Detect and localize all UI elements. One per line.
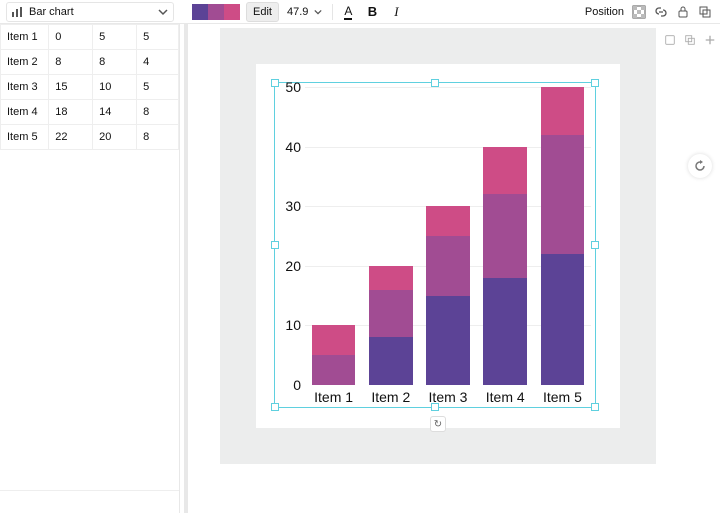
table-cell[interactable]: Item 5 xyxy=(1,125,49,150)
table-row[interactable]: Item 2884 xyxy=(1,50,179,75)
table-cell[interactable]: 10 xyxy=(93,75,137,100)
table-cell[interactable]: 8 xyxy=(137,100,179,125)
swatch-series2[interactable] xyxy=(208,4,224,20)
transparency-button[interactable] xyxy=(630,3,648,21)
table-cell[interactable]: Item 1 xyxy=(1,25,49,50)
table-cell[interactable]: 15 xyxy=(49,75,93,100)
y-axis-tick: 50 xyxy=(277,79,301,95)
series-color-swatches[interactable] xyxy=(192,4,240,20)
bar-segment xyxy=(312,325,355,355)
table-cell[interactable]: 8 xyxy=(137,125,179,150)
bar-slot: Item 5 xyxy=(534,87,591,385)
table-cell[interactable]: 8 xyxy=(93,50,137,75)
x-axis-tick: Item 3 xyxy=(419,389,476,405)
y-axis-tick: 10 xyxy=(277,317,301,333)
table-cell[interactable]: Item 3 xyxy=(1,75,49,100)
chart-type-dropdown[interactable]: Bar chart xyxy=(6,2,174,22)
position-label: Position xyxy=(585,6,624,18)
table-cell[interactable]: 8 xyxy=(49,50,93,75)
sync-data-icon[interactable]: ↻ xyxy=(430,416,446,432)
chevron-down-icon xyxy=(157,6,169,18)
table-cell[interactable]: 5 xyxy=(137,75,179,100)
x-axis-tick: Item 2 xyxy=(362,389,419,405)
x-axis-tick: Item 5 xyxy=(534,389,591,405)
link-button[interactable] xyxy=(652,3,670,21)
stacked-bar[interactable] xyxy=(426,206,469,385)
toolbar: Bar chart Edit 47.9 A B I xyxy=(0,0,720,24)
bar-slot: Item 1 xyxy=(305,87,362,385)
data-panel: Item 1055Item 2884Item 315105Item 418148… xyxy=(0,24,180,513)
bar-segment xyxy=(483,147,526,195)
notes-icon[interactable] xyxy=(664,34,676,46)
bar-chart-icon xyxy=(11,6,23,18)
data-table[interactable]: Item 1055Item 2884Item 315105Item 418148… xyxy=(0,24,179,150)
bar-segment xyxy=(369,290,412,338)
chart-selection[interactable]: 01020304050Item 1Item 2Item 3Item 4Item … xyxy=(274,82,596,408)
bar-segment xyxy=(541,87,584,135)
font-color-button[interactable]: A xyxy=(339,3,357,21)
bar-segment xyxy=(483,278,526,385)
x-axis-tick: Item 4 xyxy=(477,389,534,405)
bar-chart: 01020304050Item 1Item 2Item 3Item 4Item … xyxy=(275,83,595,407)
y-axis-tick: 0 xyxy=(277,377,301,393)
table-row[interactable]: Item 315105 xyxy=(1,75,179,100)
bold-button[interactable]: B xyxy=(363,3,381,21)
bar-segment xyxy=(426,206,469,236)
bar-segment xyxy=(426,236,469,296)
x-axis-tick: Item 1 xyxy=(305,389,362,405)
table-cell[interactable]: 20 xyxy=(93,125,137,150)
table-cell[interactable]: 0 xyxy=(49,25,93,50)
size-field[interactable]: 47.9 xyxy=(285,6,326,18)
reload-icon[interactable] xyxy=(688,154,712,178)
bar-slot: Item 2 xyxy=(362,87,419,385)
add-page-icon[interactable] xyxy=(704,34,716,46)
bar-segment xyxy=(541,135,584,254)
y-axis-tick: 30 xyxy=(277,198,301,214)
table-cell[interactable]: 22 xyxy=(49,125,93,150)
y-axis-tick: 40 xyxy=(277,139,301,155)
table-cell[interactable]: 4 xyxy=(137,50,179,75)
bar-segment xyxy=(369,337,412,385)
stacked-bar[interactable] xyxy=(541,87,584,385)
table-cell[interactable]: 5 xyxy=(137,25,179,50)
duplicate-icon[interactable] xyxy=(696,3,714,21)
bar-segment xyxy=(369,266,412,290)
panel-footer xyxy=(0,490,179,513)
stacked-bar[interactable] xyxy=(483,147,526,385)
table-cell[interactable]: 18 xyxy=(49,100,93,125)
table-row[interactable]: Item 418148 xyxy=(1,100,179,125)
table-cell[interactable]: 5 xyxy=(93,25,137,50)
swatch-series1[interactable] xyxy=(192,4,208,20)
edit-colors-button[interactable]: Edit xyxy=(246,2,279,22)
bar-slot: Item 4 xyxy=(477,87,534,385)
bar-segment xyxy=(541,254,584,385)
stacked-bar[interactable] xyxy=(312,325,355,385)
bar-segment xyxy=(483,194,526,277)
chart-type-label: Bar chart xyxy=(29,6,151,18)
bar-segment xyxy=(312,355,355,385)
italic-button[interactable]: I xyxy=(387,3,405,21)
bar-segment xyxy=(426,296,469,385)
canvas[interactable]: 01020304050Item 1Item 2Item 3Item 4Item … xyxy=(184,24,720,513)
table-cell[interactable]: Item 4 xyxy=(1,100,49,125)
page[interactable]: 01020304050Item 1Item 2Item 3Item 4Item … xyxy=(256,64,620,428)
table-cell[interactable]: 14 xyxy=(93,100,137,125)
table-cell[interactable]: Item 2 xyxy=(1,50,49,75)
swatch-series3[interactable] xyxy=(224,4,240,20)
table-row[interactable]: Item 1055 xyxy=(1,25,179,50)
y-axis-tick: 20 xyxy=(277,258,301,274)
lock-button[interactable] xyxy=(674,3,692,21)
table-row[interactable]: Item 522208 xyxy=(1,125,179,150)
bar-slot: Item 3 xyxy=(419,87,476,385)
duplicate-page-icon[interactable] xyxy=(684,34,696,46)
stacked-bar[interactable] xyxy=(369,266,412,385)
chevron-down-icon xyxy=(312,6,324,18)
